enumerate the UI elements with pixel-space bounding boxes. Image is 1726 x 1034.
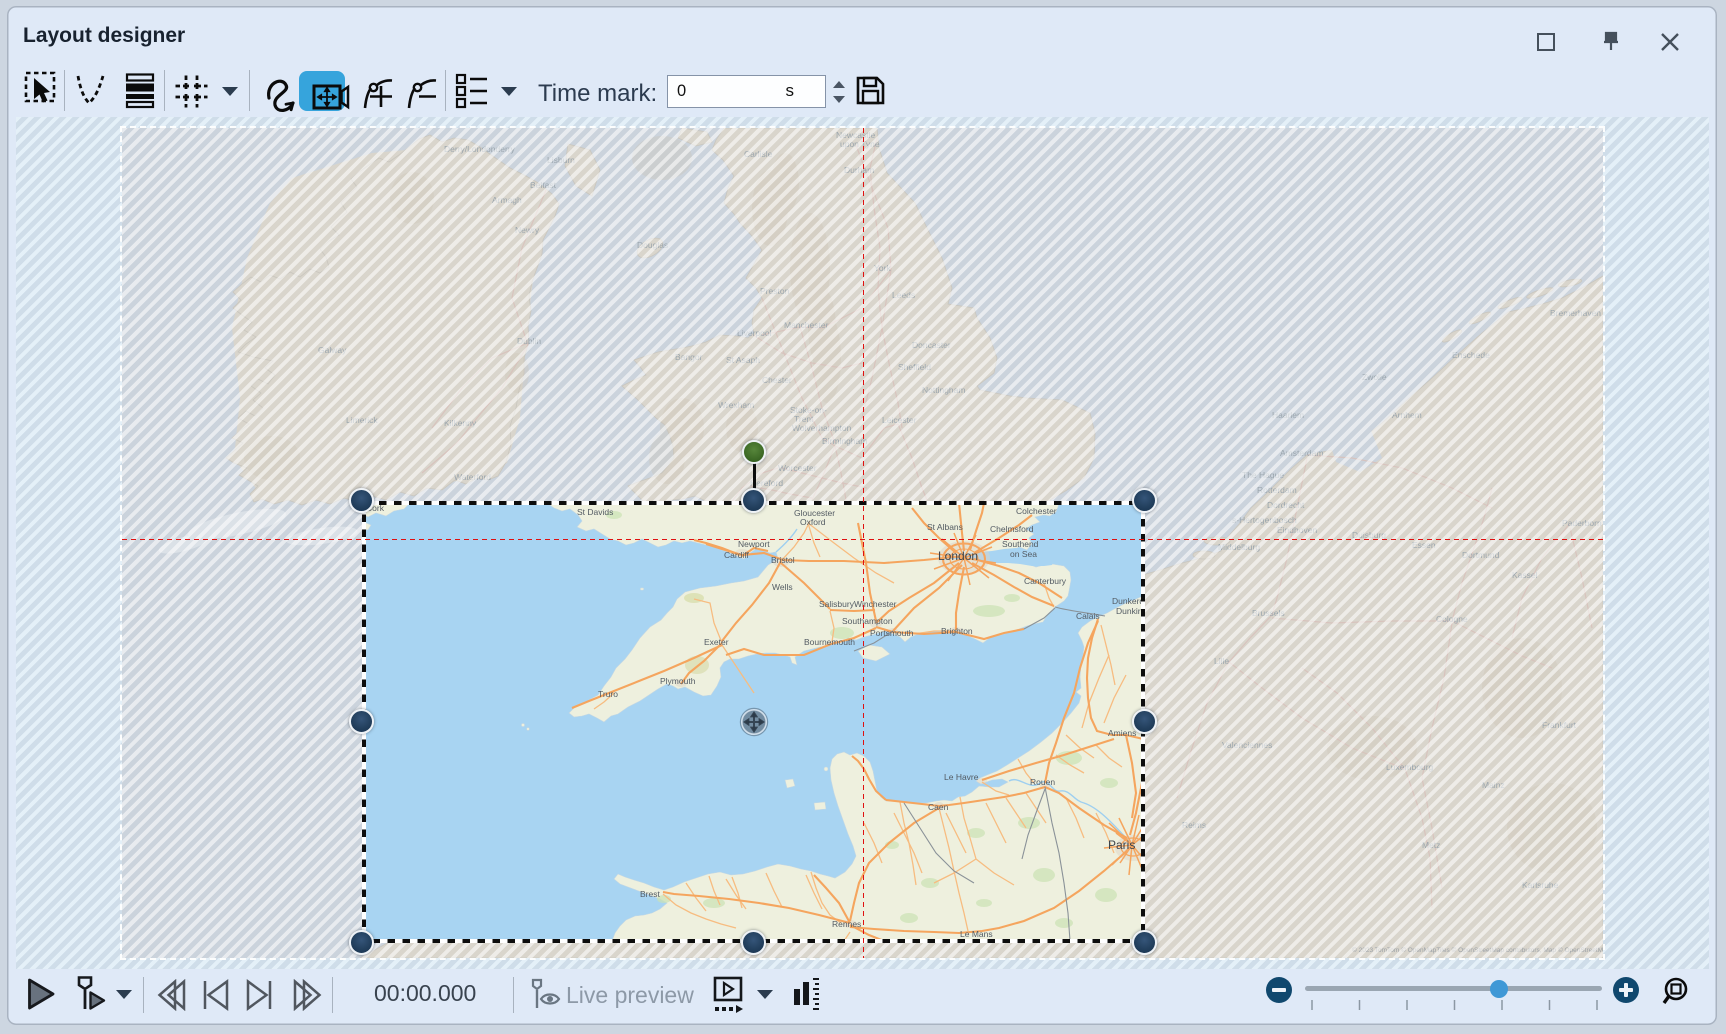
svg-text:Le Mans: Le Mans	[960, 929, 993, 939]
svg-text:London: London	[938, 549, 978, 563]
svg-text:St Davids: St Davids	[577, 507, 613, 517]
svg-text:Paris: Paris	[1108, 838, 1135, 852]
svg-text:Le Havre: Le Havre	[944, 772, 979, 782]
svg-text:Truro: Truro	[598, 689, 618, 699]
svg-text:Amiens: Amiens	[1108, 728, 1136, 738]
svg-text:Portsmouth: Portsmouth	[870, 628, 914, 638]
svg-text:Brighton: Brighton	[941, 626, 973, 636]
svg-text:Calais: Calais	[1076, 611, 1100, 621]
svg-text:Oxford: Oxford	[800, 517, 826, 527]
svg-text:Rouen: Rouen	[1030, 777, 1055, 787]
svg-text:Rennes: Rennes	[832, 919, 861, 929]
svg-text:Wells: Wells	[772, 582, 793, 592]
svg-text:Caen: Caen	[928, 802, 949, 812]
svg-text:Brest: Brest	[640, 889, 660, 899]
svg-text:Salisbury: Salisbury	[819, 599, 855, 609]
svg-text:St Albans: St Albans	[927, 522, 963, 532]
svg-text:Chelmsford: Chelmsford	[990, 524, 1034, 534]
svg-text:Newport: Newport	[738, 539, 770, 549]
svg-text:Plymouth: Plymouth	[660, 676, 696, 686]
svg-text:Dunkirk: Dunkirk	[1116, 606, 1145, 616]
svg-text:Dunkerqu: Dunkerqu	[1112, 596, 1145, 606]
svg-text:Bristol: Bristol	[771, 555, 795, 565]
svg-text:Southend: Southend	[1002, 539, 1039, 549]
svg-text:Winchester: Winchester	[854, 599, 897, 609]
svg-text:Canterbury: Canterbury	[1024, 576, 1067, 586]
svg-text:Southampton: Southampton	[842, 616, 893, 626]
svg-text:on Sea: on Sea	[1010, 549, 1037, 559]
svg-text:Cardiff: Cardiff	[724, 550, 750, 560]
svg-text:Bournemouth: Bournemouth	[804, 637, 855, 647]
svg-text:Colchester: Colchester	[1016, 506, 1057, 516]
svg-text:Exeter: Exeter	[704, 637, 729, 647]
